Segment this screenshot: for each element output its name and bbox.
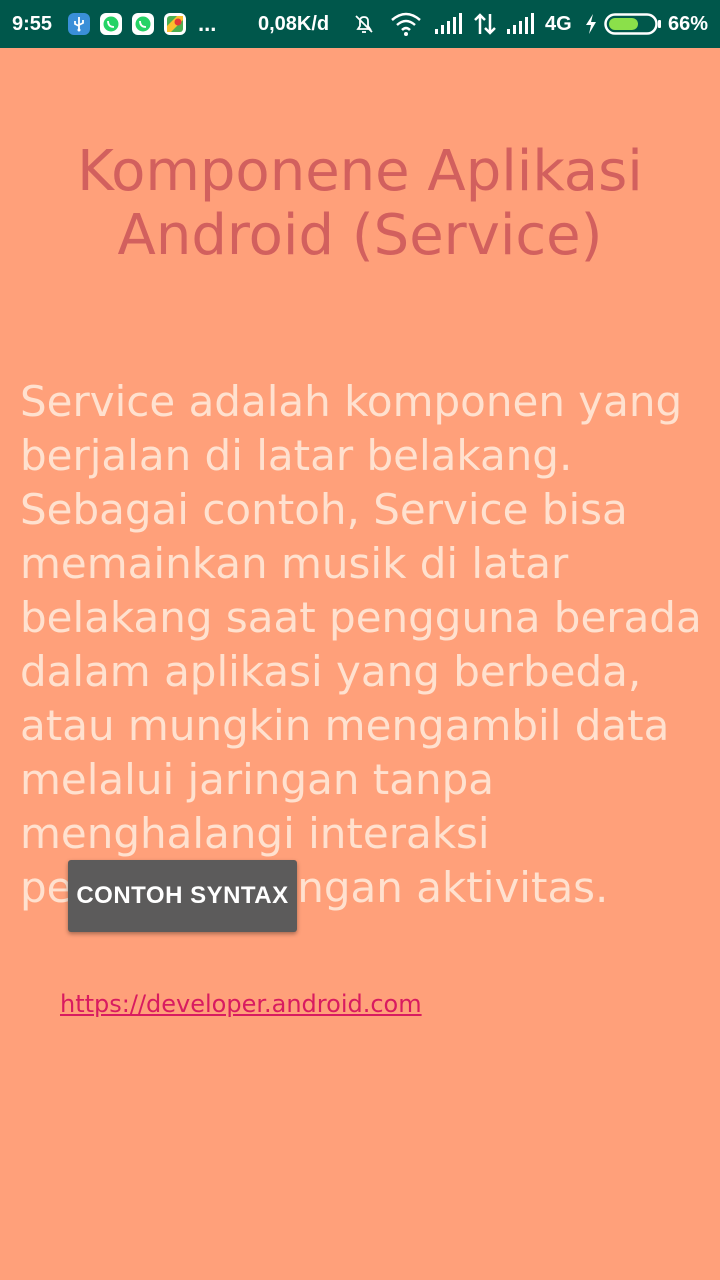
status-time: 9:55 [12, 12, 53, 35]
maps-icon [164, 0, 186, 48]
page-title: Komponene Aplikasi Android (Service) [77, 139, 643, 268]
signal-icon [434, 0, 466, 48]
wifi-icon [390, 0, 422, 48]
service-description: Service adalah komponen yang berjalan di… [20, 377, 702, 912]
usb-icon [68, 0, 90, 48]
developer-link[interactable]: https://developer.android.com [60, 990, 422, 1018]
alarm-off-icon [352, 0, 376, 48]
signal-icon [506, 0, 538, 48]
net-speed: 0,08K/d [258, 12, 330, 35]
whatsapp-icon [132, 0, 154, 48]
battery-icon [604, 0, 662, 48]
charging-icon [584, 0, 598, 48]
whatsapp-icon [100, 0, 122, 48]
battery-percent: 66% [668, 12, 709, 35]
more-notifications: ... [198, 11, 217, 36]
data-transfer-icon [472, 0, 498, 48]
status-bar: 9:55 ... 0,08K/d 4G 66% [0, 0, 720, 48]
network-type: 4G [545, 12, 572, 35]
contoh-syntax-button[interactable]: CONTOH SYNTAX [68, 860, 297, 932]
